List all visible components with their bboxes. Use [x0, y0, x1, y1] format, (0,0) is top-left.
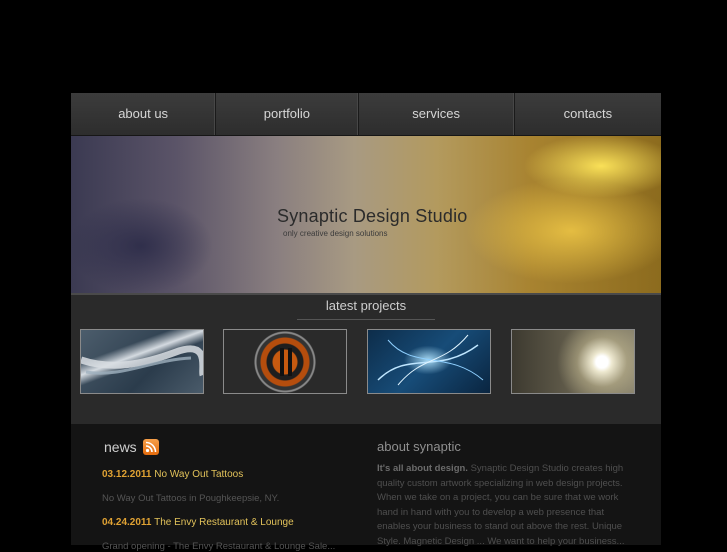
rss-glyph	[145, 441, 157, 453]
nav-contacts[interactable]: contacts	[515, 93, 661, 135]
news-item-1-date: 03.12.2011	[102, 469, 152, 480]
news-item-2-date: 04.24.2011	[102, 517, 152, 528]
news-item-1-body: No Way Out Tattoos in Poughkeepsie, NY.	[102, 493, 280, 504]
page-container: about us portfolio services contacts Syn…	[71, 93, 661, 552]
news-item-1-headline: No Way Out Tattoos	[154, 469, 244, 480]
nav-about-us[interactable]: about us	[71, 93, 217, 135]
about-lead: It's all about design.	[377, 463, 468, 474]
news-item-1-link[interactable]: 03.12.2011 No Way Out Tattoos	[102, 469, 243, 480]
light-streaks-image	[377, 334, 484, 386]
about-body: Synaptic Design Studio creates high qual…	[377, 463, 625, 547]
main-nav: about us portfolio services contacts	[71, 93, 661, 136]
latest-projects-heading: latest projects	[325, 298, 407, 313]
about-paragraph: It's all about design. Synaptic Design S…	[377, 462, 639, 550]
project-thumbnail-3[interactable]	[367, 329, 491, 394]
project-thumbnail-4[interactable]	[511, 329, 635, 394]
news-item-2-headline: The Envy Restaurant & Lounge	[154, 517, 294, 528]
content-section: news 03.12.2011 No Way Out Tattoos No Wa…	[71, 424, 661, 552]
news-item-2-link[interactable]: 04.24.2011 The Envy Restaurant & Lounge	[102, 517, 294, 528]
nav-portfolio[interactable]: portfolio	[216, 93, 359, 135]
nav-services[interactable]: services	[359, 93, 515, 135]
rss-icon[interactable]	[143, 439, 159, 455]
header-banner: Synaptic Design Studio only creative des…	[71, 136, 661, 295]
news-heading: news	[104, 439, 137, 455]
heading-divider	[297, 319, 435, 320]
logo-dial-image	[280, 348, 292, 376]
project-thumbnail-2[interactable]	[223, 329, 347, 394]
site-title: Synaptic Design Studio	[277, 206, 468, 226]
abstract-ribbon-image	[81, 345, 203, 377]
news-item-2-body: Grand opening - The Envy Restaurant & Lo…	[102, 541, 336, 552]
project-thumbnail-1[interactable]	[80, 329, 204, 394]
site-tagline: only creative design solutions	[283, 229, 388, 238]
about-heading: about synaptic	[377, 439, 461, 454]
